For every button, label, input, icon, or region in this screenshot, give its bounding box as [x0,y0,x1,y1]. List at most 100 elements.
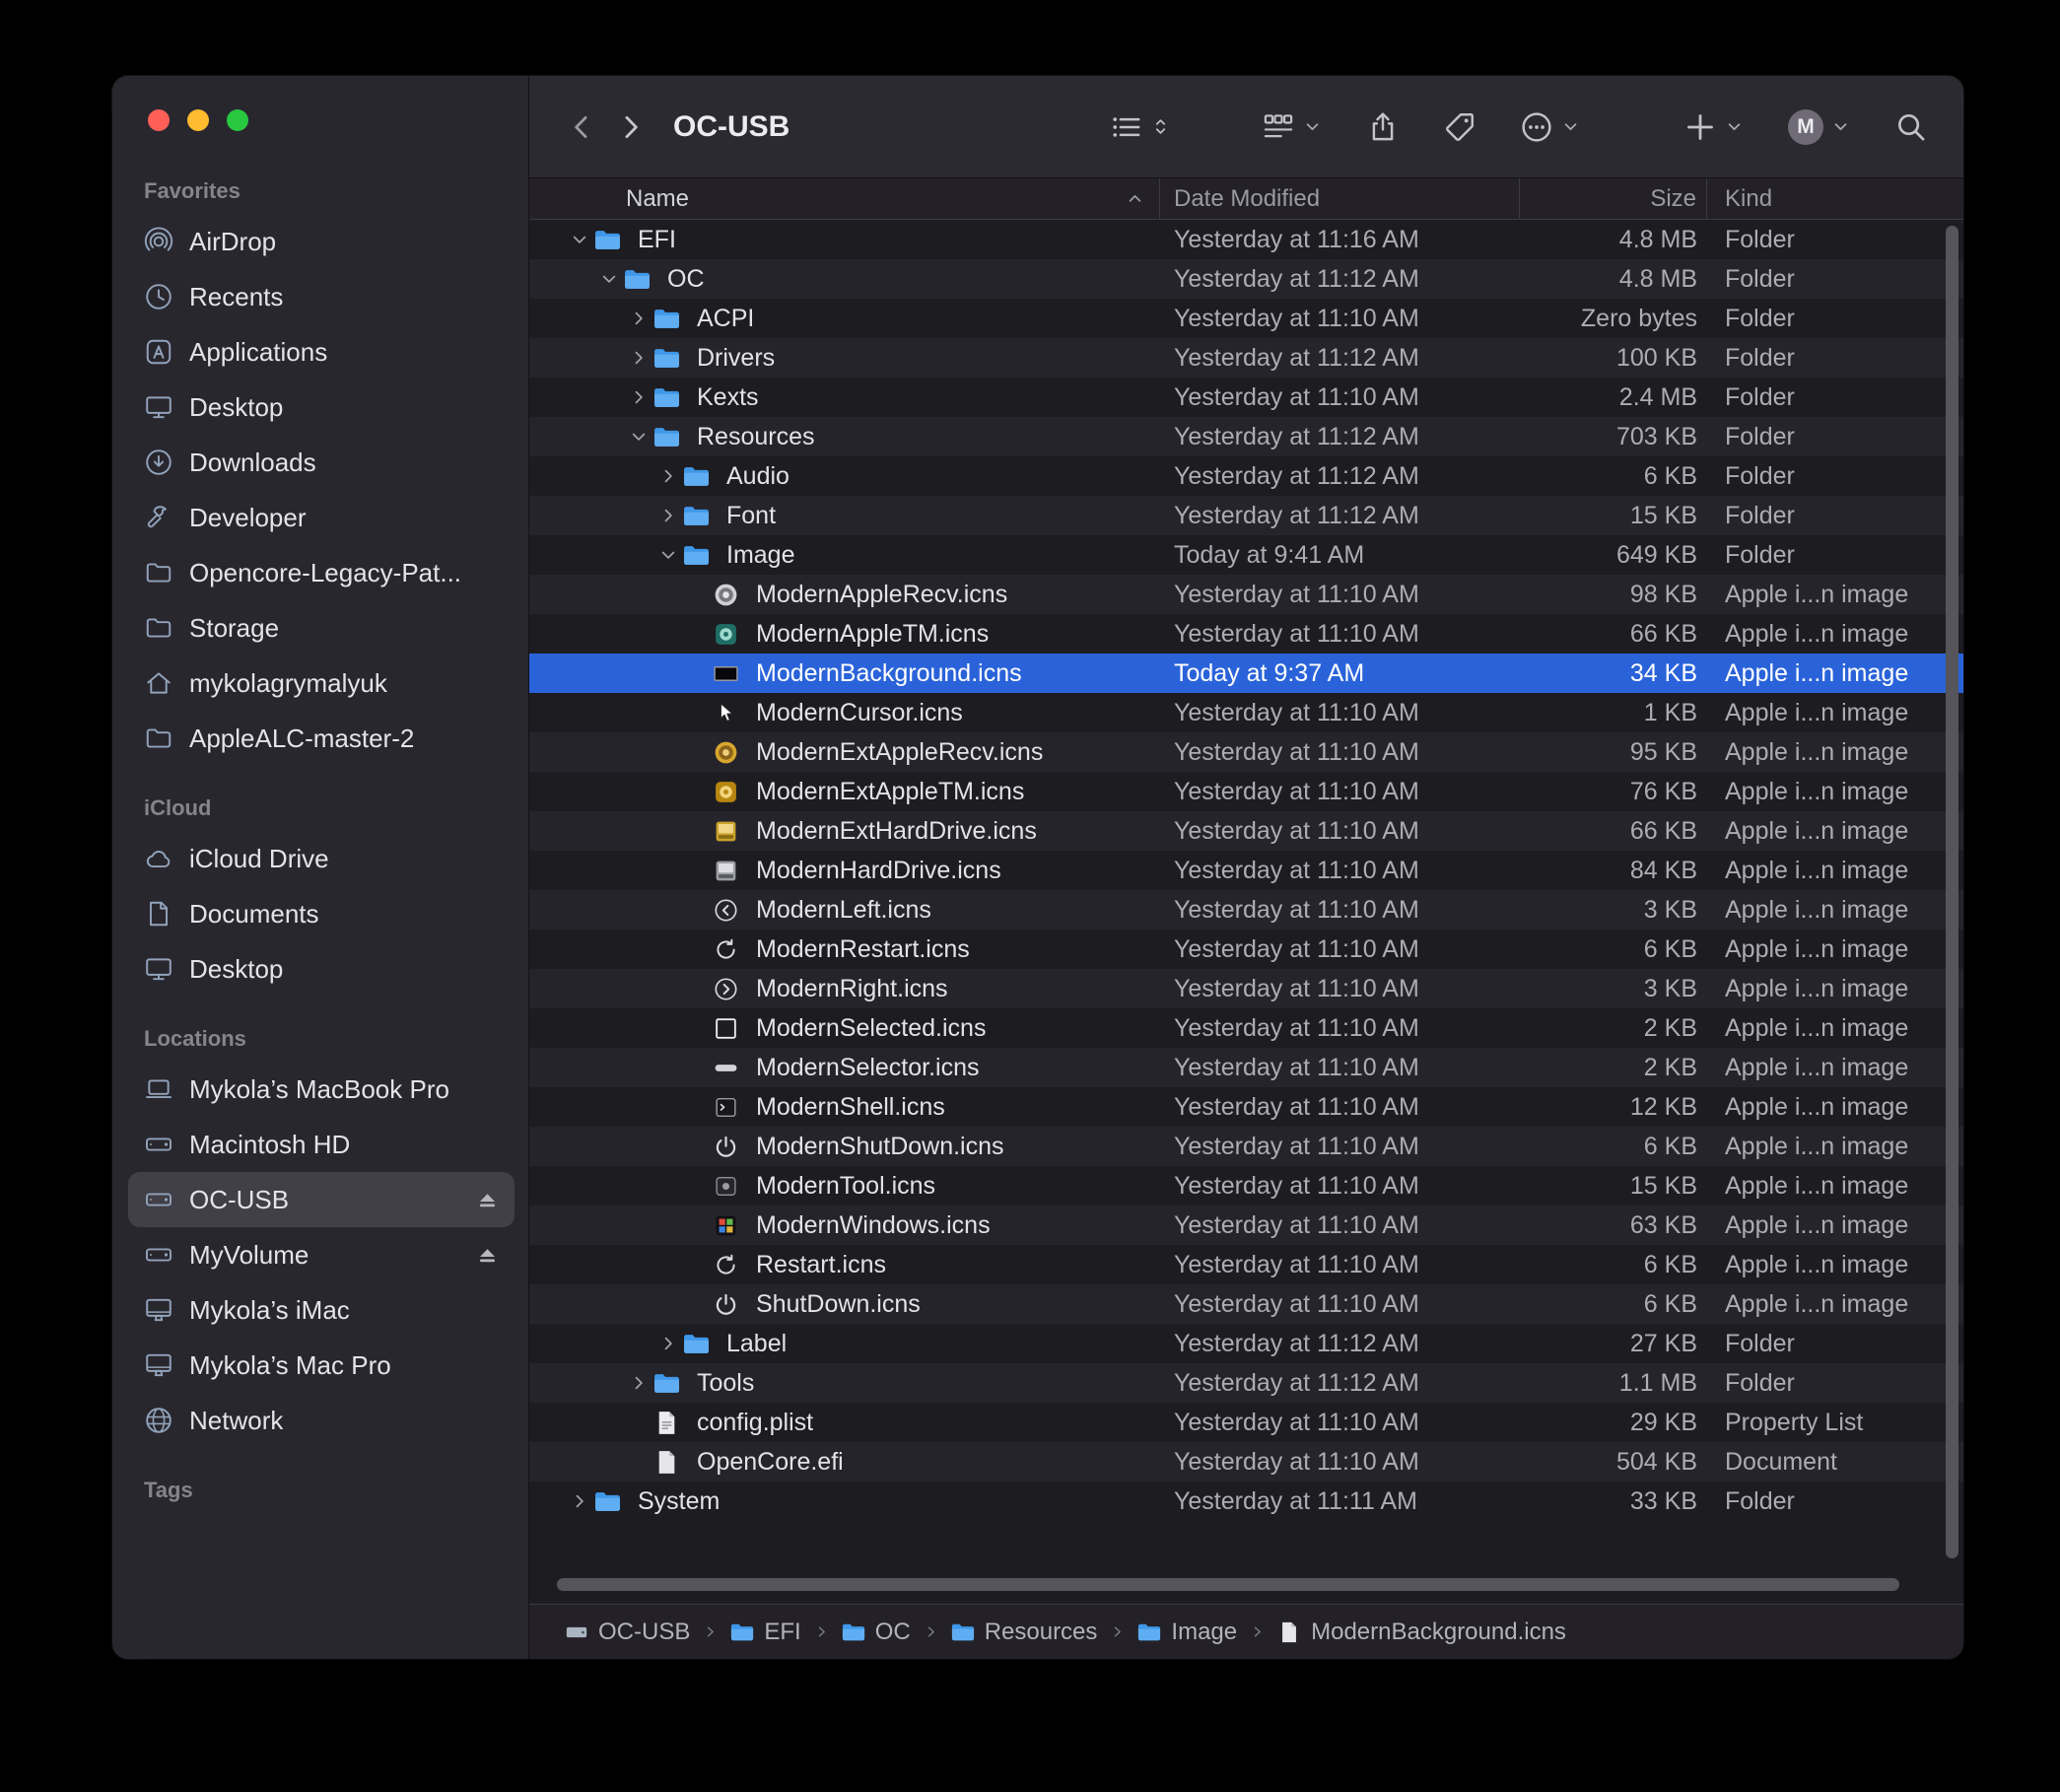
file-row-shutdown-icns[interactable]: ShutDown.icnsYesterday at 11:10 AM6 KBAp… [529,1284,1963,1324]
file-date-modified: Yesterday at 11:10 AM [1160,581,1520,609]
disclosure-collapsed-icon[interactable] [653,503,683,528]
sidebar-item-oc-usb[interactable]: OC-USB [128,1172,515,1227]
close-window-button[interactable] [148,109,170,131]
sidebar-item-applications[interactable]: Applications [128,324,515,379]
sidebar-item-desktop[interactable]: Desktop [128,941,515,997]
sidebar-item-documents[interactable]: Documents [128,886,515,941]
file-row-modernwindows-icns[interactable]: ModernWindows.icnsYesterday at 11:10 AM6… [529,1206,1963,1245]
disclosure-expanded-icon[interactable] [624,424,653,449]
disclosure-collapsed-icon[interactable] [624,345,653,371]
file-row-acpi[interactable]: ACPIYesterday at 11:10 AMZero bytesFolde… [529,299,1963,338]
disclosure-collapsed-icon[interactable] [624,306,653,331]
zoom-window-button[interactable] [227,109,248,131]
file-row-moderncursor-icns[interactable]: ModernCursor.icnsYesterday at 11:10 AM1 … [529,693,1963,732]
sidebar-item-recents[interactable]: Recents [128,269,515,324]
disclosure-collapsed-icon[interactable] [653,1331,683,1356]
path-item-resources[interactable]: Resources [951,1619,1098,1646]
file-row-modernapplerecv-icns[interactable]: ModernAppleRecv.icnsYesterday at 11:10 A… [529,575,1963,614]
disclosure-expanded-icon[interactable] [565,227,594,252]
file-row-modernshell-icns[interactable]: ModernShell.icnsYesterday at 11:10 AM12 … [529,1087,1963,1127]
file-row-font[interactable]: FontYesterday at 11:12 AM15 KBFolder [529,496,1963,535]
group-by-button[interactable] [1262,110,1323,144]
file-row-modernright-icns[interactable]: ModernRight.icnsYesterday at 11:10 AM3 K… [529,969,1963,1008]
file-name-cell: ModernHardDrive.icns [529,857,1160,885]
column-header-name[interactable]: Name [529,178,1160,219]
disclosure-expanded-icon[interactable] [594,266,624,292]
search-button[interactable] [1894,110,1928,144]
file-row-modernshutdown-icns[interactable]: ModernShutDown.icnsYesterday at 11:10 AM… [529,1127,1963,1166]
sidebar-item-icloud-drive[interactable]: iCloud Drive [128,831,515,886]
horizontal-scrollbar[interactable] [557,1578,1899,1591]
sidebar-item-applealc-master-2[interactable]: AppleALC-master-2 [128,711,515,766]
disclosure-collapsed-icon[interactable] [653,463,683,489]
file-size: 66 KB [1520,620,1707,649]
sidebar-item-mykola-s-mac-pro[interactable]: Mykola’s Mac Pro [128,1338,515,1393]
path-item-oc[interactable]: OC [842,1619,911,1646]
sidebar-item-storage[interactable]: Storage [128,600,515,655]
new-item-button[interactable] [1683,110,1745,144]
file-row-system[interactable]: SystemYesterday at 11:11 AM33 KBFolder [529,1482,1963,1521]
file-row-drivers[interactable]: DriversYesterday at 11:12 AM100 KBFolder [529,338,1963,378]
share-button[interactable] [1366,110,1400,144]
file-row-oc[interactable]: OCYesterday at 11:12 AM4.8 MBFolder [529,259,1963,299]
disclosure-expanded-icon[interactable] [653,542,683,568]
file-row-modernextappletm-icns[interactable]: ModernExtAppleTM.icnsYesterday at 11:10 … [529,772,1963,811]
file-row-modernharddrive-icns[interactable]: ModernHardDrive.icnsYesterday at 11:10 A… [529,851,1963,890]
file-row-modernselector-icns[interactable]: ModernSelector.icnsYesterday at 11:10 AM… [529,1048,1963,1087]
file-row-audio[interactable]: AudioYesterday at 11:12 AM6 KBFolder [529,456,1963,496]
path-item-modernbackground-icns[interactable]: ModernBackground.icns [1277,1619,1566,1646]
sidebar-item-opencore-legacy-pat[interactable]: Opencore-Legacy-Pat... [128,545,515,600]
share-icon [1366,110,1400,144]
file-date-modified: Yesterday at 11:12 AM [1160,462,1520,491]
tags-button[interactable] [1443,110,1476,144]
path-item-image[interactable]: Image [1137,1619,1237,1646]
sidebar-item-mykolagrymalyuk[interactable]: mykolagrymalyuk [128,655,515,711]
back-button[interactable] [557,98,606,157]
file-row-modernleft-icns[interactable]: ModernLeft.icnsYesterday at 11:10 AM3 KB… [529,890,1963,930]
file-row-restart-icns[interactable]: Restart.icnsYesterday at 11:10 AM6 KBApp… [529,1245,1963,1284]
file-row-modernselected-icns[interactable]: ModernSelected.icnsYesterday at 11:10 AM… [529,1008,1963,1048]
column-header-date-modified[interactable]: Date Modified [1160,178,1520,219]
file-row-opencore-efi[interactable]: OpenCore.efiYesterday at 11:10 AM504 KBD… [529,1442,1963,1482]
file-row-modernextapplerecv-icns[interactable]: ModernExtAppleRecv.icnsYesterday at 11:1… [529,732,1963,772]
file-row-modernextharddrive-icns[interactable]: ModernExtHardDrive.icnsYesterday at 11:1… [529,811,1963,851]
sidebar-item-label: Mykola’s Mac Pro [189,1350,391,1381]
path-item-oc-usb[interactable]: OC-USB [565,1619,690,1646]
minimize-window-button[interactable] [187,109,209,131]
forward-button[interactable] [606,98,655,157]
file-row-efi[interactable]: EFIYesterday at 11:16 AM4.8 MBFolder [529,220,1963,259]
sidebar-item-mykola-s-imac[interactable]: Mykola’s iMac [128,1282,515,1338]
file-row-kexts[interactable]: KextsYesterday at 11:10 AM2.4 MBFolder [529,378,1963,417]
file-row-resources[interactable]: ResourcesYesterday at 11:12 AM703 KBFold… [529,417,1963,456]
disclosure-collapsed-icon[interactable] [565,1488,594,1514]
file-row-modernbackground-icns[interactable]: ModernBackground.icnsToday at 9:37 AM34 … [529,654,1963,693]
column-header-kind[interactable]: Kind [1707,178,1963,219]
file-row-modernrestart-icns[interactable]: ModernRestart.icnsYesterday at 11:10 AM6… [529,930,1963,969]
sidebar-item-myvolume[interactable]: MyVolume [128,1227,515,1282]
disclosure-collapsed-icon[interactable] [624,1370,653,1396]
file-row-tools[interactable]: ToolsYesterday at 11:12 AM1.1 MBFolder [529,1363,1963,1403]
more-actions-button[interactable] [1520,110,1581,144]
file-row-config-plist[interactable]: config.plistYesterday at 11:10 AM29 KBPr… [529,1403,1963,1442]
window-controls [148,109,248,131]
account-button[interactable]: M [1788,109,1851,145]
file-row-image[interactable]: ImageToday at 9:41 AM649 KBFolder [529,535,1963,575]
sidebar-item-developer[interactable]: Developer [128,490,515,545]
eject-icon[interactable] [474,1242,501,1269]
vertical-scrollbar[interactable] [1946,226,1958,1558]
sidebar-item-airdrop[interactable]: AirDrop [128,214,515,269]
column-header-size[interactable]: Size [1520,178,1707,219]
file-row-modernappletm-icns[interactable]: ModernAppleTM.icnsYesterday at 11:10 AM6… [529,614,1963,654]
disclosure-spacer [683,779,713,804]
file-row-label[interactable]: LabelYesterday at 11:12 AM27 KBFolder [529,1324,1963,1363]
sidebar-item-network[interactable]: Network [128,1393,515,1448]
sidebar-item-desktop[interactable]: Desktop [128,379,515,435]
view-options-button[interactable] [1110,110,1171,144]
path-item-efi[interactable]: EFI [730,1619,800,1646]
file-row-moderntool-icns[interactable]: ModernTool.icnsYesterday at 11:10 AM15 K… [529,1166,1963,1206]
eject-icon[interactable] [474,1187,501,1213]
sidebar-item-downloads[interactable]: Downloads [128,435,515,490]
sidebar-item-macintosh-hd[interactable]: Macintosh HD [128,1117,515,1172]
disclosure-collapsed-icon[interactable] [624,384,653,410]
sidebar-item-mykola-s-macbook-pro[interactable]: Mykola’s MacBook Pro [128,1062,515,1117]
